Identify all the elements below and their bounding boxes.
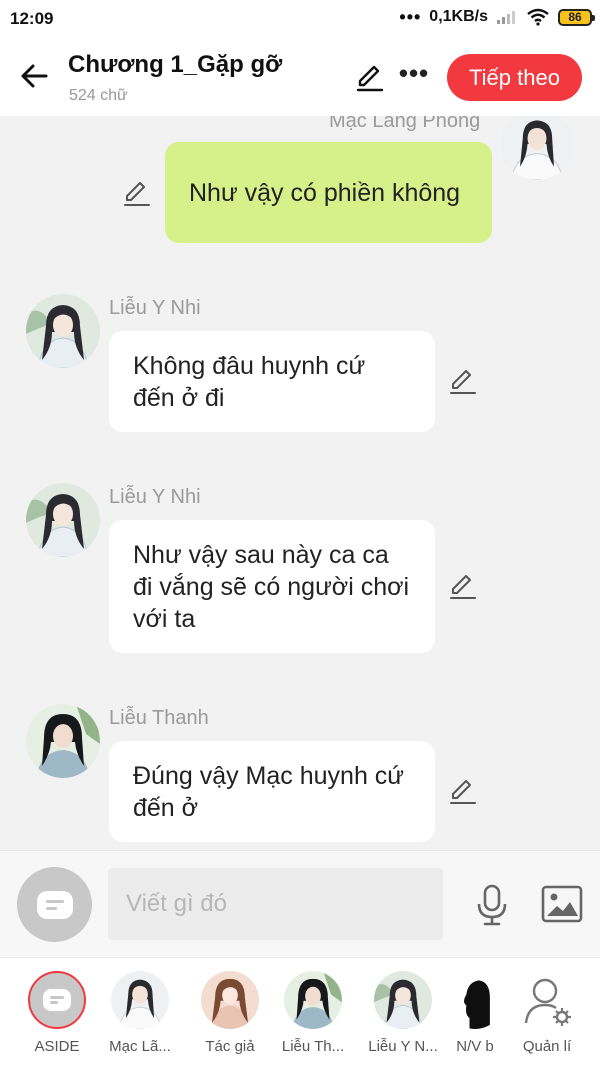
speaker-name: Liễu Y Nhi [109,486,201,508]
edit-message-pen-icon[interactable] [448,776,478,806]
avatar[interactable] [500,116,574,180]
chapter-header: Chương 1_Gặp gỡ 524 chữ ••• Tiếp theo [0,40,600,116]
message-text: Như vậy sau này ca ca đi vắng sẽ có ngườ… [133,540,410,633]
word-count: 524 chữ [69,87,128,104]
image-icon[interactable] [541,884,583,924]
chat-icon [43,989,71,1011]
aside-toggle-button[interactable] [17,867,92,942]
battery-icon: 86 [558,8,595,26]
page-title: Chương 1_Gặp gỡ [68,51,283,78]
avatar-image [111,971,169,1029]
chat-bubble[interactable]: Như vậy sau này ca ca đi vắng sẽ có ngườ… [109,520,435,653]
speaker-name: Liễu Thanh [109,707,209,729]
chat-icon [36,890,73,919]
more-icon[interactable]: ••• [398,58,430,90]
avatar [374,971,432,1029]
avatar[interactable] [26,294,100,368]
avatar [284,971,342,1029]
tray-item-character[interactable]: Mạc Lã... [97,958,183,1067]
tray-item-manage[interactable]: Quản lí [504,958,590,1067]
manager-icon [524,978,571,1026]
aside-avatar [28,971,86,1029]
tray-item-label: Tác giả [205,1038,255,1055]
tray-item-label: Quản lí [522,1038,572,1055]
speaker-name: Liễu Y Nhi [109,297,201,319]
avatar-image [26,294,100,368]
chat-area[interactable]: Mạc Lang Phong Như vậy có phiền không Li… [0,116,600,850]
edit-message-pen-icon[interactable] [448,571,478,601]
chat-bubble[interactable]: Như vậy có phiền không [165,142,492,243]
edit-message-pen-icon[interactable] [122,178,152,208]
avatar-image [500,116,574,180]
tray-item-label: Mạc Lã... [109,1038,171,1055]
avatar[interactable] [26,483,100,557]
back-arrow-icon[interactable] [18,58,54,94]
network-speed: 0,1KB/s [429,8,488,25]
message-text: Như vậy có phiền không [189,178,461,207]
edit-message-pen-icon[interactable] [448,366,478,396]
message-input-bar [0,850,600,957]
next-chapter-button[interactable]: Tiếp theo [447,54,582,101]
status-bar: 12:09 ••• 0,1KB/s 86 [0,0,600,40]
signal-icon [497,11,515,24]
microphone-icon[interactable] [472,883,512,927]
wifi-icon [527,8,549,26]
message-text: Không đâu huynh cứ đến ở đi [133,351,366,412]
avatar [111,971,169,1029]
notification-dots-icon: ••• [399,7,422,27]
avatar-image [446,971,504,1029]
avatar-image [284,971,342,1029]
battery-level: 86 [568,10,582,24]
avatar-image [201,971,259,1029]
tray-item-label: Liễu Th... [281,1038,345,1055]
tray-item-character[interactable]: Liễu Th... [270,958,356,1067]
status-indicators: ••• 0,1KB/s 86 [399,7,595,27]
avatar [446,971,504,1029]
message-text: Đúng vậy Mạc huynh cứ đến ở [133,761,405,822]
avatar [201,971,259,1029]
avatar-image [26,483,100,557]
chat-bubble[interactable]: Đúng vậy Mạc huynh cứ đến ở [109,741,435,842]
chat-bubble[interactable]: Không đâu huynh cứ đến ở đi [109,331,435,432]
tray-item-aside[interactable]: ASIDE [14,958,100,1067]
avatar[interactable] [26,704,100,778]
pen-icon[interactable] [354,61,386,93]
message-input[interactable] [108,868,443,940]
tray-item-author[interactable]: Tác giả [187,958,273,1067]
status-time: 12:09 [10,9,54,28]
character-tray: ASIDE Mạc Lã... Tác giả Liễu Th... Liễu … [0,957,600,1067]
speaker-name: Mạc Lang Phong [329,116,481,132]
avatar-image [26,704,100,778]
tray-item-label: ASIDE [34,1038,80,1055]
avatar-image [374,971,432,1029]
